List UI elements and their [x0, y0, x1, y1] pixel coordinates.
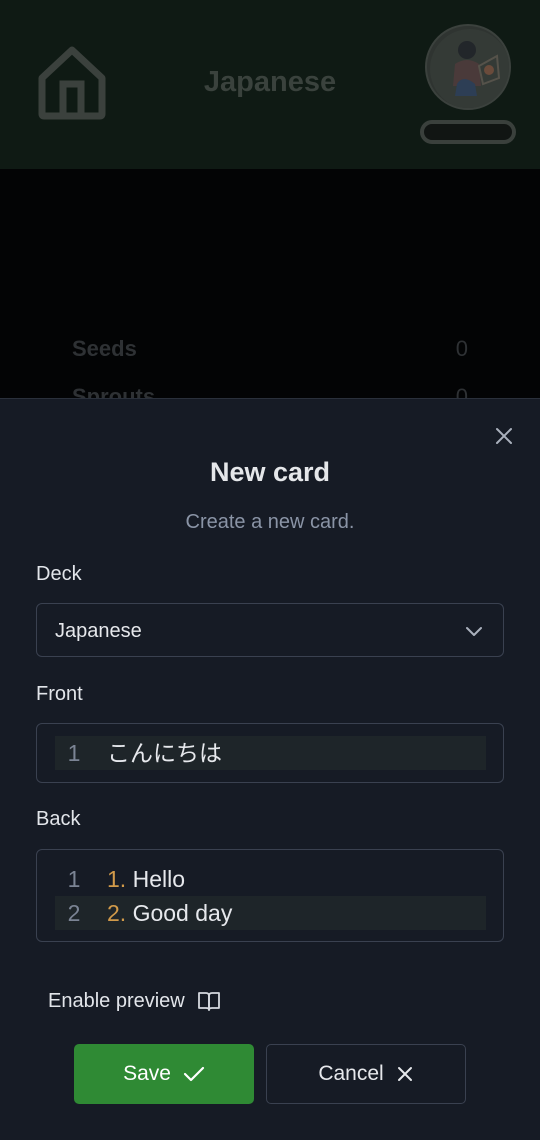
line-number: 1 [67, 740, 81, 766]
editor-line: 1 1. Hello [55, 862, 486, 896]
app-header: Japanese [0, 0, 540, 169]
dialog-title: New card [209, 457, 331, 487]
user-avatar[interactable] [425, 24, 511, 110]
app-main: Seeds 0 Sprouts 0 [0, 169, 540, 409]
cancel-button[interactable]: Cancel [266, 1044, 466, 1104]
chevron-down-icon [466, 627, 482, 636]
stat-row-seeds: Seeds 0 [72, 336, 468, 362]
line-text: 2. Good day [107, 896, 232, 930]
stat-value: 0 [455, 336, 468, 361]
save-label: Save [123, 1062, 171, 1085]
deck-label: Deck [36, 563, 82, 585]
preview-label: Enable preview [48, 989, 185, 1012]
list-marker: 2. [107, 900, 127, 926]
line-text: 1. Hello [107, 862, 185, 896]
check-icon [183, 1066, 205, 1082]
line-number: 2 [67, 900, 81, 926]
editor-line: 1 こんにちは [55, 736, 486, 770]
deck-select[interactable]: Japanese [36, 603, 504, 657]
deck-select-value: Japanese [55, 620, 142, 642]
cancel-label: Cancel [318, 1062, 384, 1085]
book-open-icon [197, 992, 220, 1011]
enable-preview-toggle[interactable]: Enable preview [48, 986, 221, 1016]
line-number: 1 [67, 866, 81, 892]
back-editor[interactable]: 1 1. Hello 2 2. Good day [36, 849, 504, 942]
x-icon [397, 1067, 412, 1081]
line-content: Good day [126, 900, 233, 926]
editor-line: 2 2. Good day [55, 896, 486, 930]
avatar-illustration-icon [430, 29, 509, 108]
front-editor[interactable]: 1 こんにちは [36, 723, 504, 783]
user-name-pill[interactable] [420, 120, 516, 144]
dialog-subtitle: Create a new card. [185, 511, 355, 533]
back-label: Back [36, 808, 81, 830]
front-label: Front [36, 683, 83, 705]
stat-label: Seeds [72, 336, 137, 361]
close-icon[interactable] [492, 424, 516, 448]
save-button[interactable]: Save [74, 1044, 254, 1104]
list-marker: 1. [107, 866, 127, 892]
line-text: こんにちは [107, 740, 222, 766]
line-content: Hello [126, 866, 185, 892]
